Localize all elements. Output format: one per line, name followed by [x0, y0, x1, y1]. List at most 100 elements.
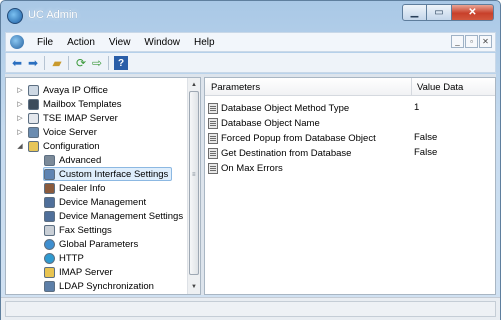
- expand-arrow-icon[interactable]: ▷: [16, 114, 24, 122]
- uc-admin-window: UC Admin ▁ ▭ ✕ File Action View Window H…: [0, 0, 501, 320]
- close-button[interactable]: ✕: [452, 4, 494, 21]
- menu-action[interactable]: Action: [60, 36, 102, 50]
- parameter-icon: [208, 102, 218, 114]
- device-icon: [44, 196, 55, 208]
- scroll-down-icon[interactable]: ▼: [188, 280, 200, 293]
- status-bar: [1, 297, 500, 320]
- toolbar-separator: [108, 56, 109, 70]
- tree-item-label: Global Parameters: [59, 238, 139, 250]
- imap-icon: [44, 266, 55, 278]
- maximize-icon: ▭: [434, 7, 444, 18]
- export-icon[interactable]: ⇨: [90, 56, 104, 70]
- tree-scrollbar[interactable]: ▲ ≡ ▼: [187, 78, 200, 294]
- tree-item-advanced[interactable]: Advanced: [44, 153, 101, 167]
- tree-item-label: Avaya IP Office: [43, 84, 108, 96]
- tree-item-label: HTTP: [59, 252, 84, 264]
- parameter-icon: [208, 132, 218, 144]
- column-header-value-data[interactable]: Value Data: [417, 82, 463, 93]
- column-header-parameters[interactable]: Parameters: [211, 82, 260, 93]
- document-icon: [28, 112, 39, 124]
- tree-item-label: Custom Interface Settings: [59, 168, 169, 180]
- voice-server-icon: [28, 126, 39, 138]
- parameter-name: Get Destination from Database: [221, 147, 352, 159]
- expand-arrow-icon[interactable]: ▷: [16, 86, 24, 94]
- configuration-icon: [28, 140, 39, 152]
- expand-arrow-icon[interactable]: ▷: [16, 128, 24, 136]
- device-settings-icon: [44, 210, 55, 222]
- tree-item-ldap-synchronization[interactable]: LDAP Synchronization: [44, 279, 154, 293]
- collapse-arrow-icon[interactable]: ◢: [16, 142, 24, 150]
- tree-item-voice-server[interactable]: ▷ Voice Server: [16, 125, 97, 139]
- title-bar[interactable]: UC Admin ▁ ▭ ✕: [1, 1, 500, 31]
- table-row[interactable]: Get Destination from Database: [208, 146, 351, 160]
- toolbar-separator: [68, 56, 69, 70]
- table-row[interactable]: Forced Popup from Database Object: [208, 131, 376, 145]
- tree-item-avaya-ip-office[interactable]: ▷ Avaya IP Office: [16, 83, 108, 97]
- tree-item-http[interactable]: HTTP: [44, 251, 84, 265]
- tree-item-custom-interface-settings[interactable]: Custom Interface Settings: [43, 167, 173, 181]
- tree-item-configuration[interactable]: ◢ Configuration: [16, 139, 100, 153]
- details-pane: Parameters Value Data Database Object Me…: [204, 77, 496, 295]
- parameter-value: False: [414, 132, 438, 143]
- parameter-name: Database Object Name: [221, 117, 320, 129]
- table-row[interactable]: Database Object Method Type: [208, 101, 349, 115]
- tree-item-device-management[interactable]: Device Management: [44, 195, 146, 209]
- table-row[interactable]: On Max Errors: [208, 161, 283, 175]
- back-icon[interactable]: ⬅: [10, 56, 24, 70]
- tree-item-global-parameters[interactable]: Global Parameters: [44, 237, 138, 251]
- parameter-name: On Max Errors: [221, 162, 283, 174]
- expand-arrow-icon[interactable]: ▷: [16, 100, 24, 108]
- mdi-restore-button[interactable]: ▫: [465, 35, 478, 48]
- column-separator[interactable]: [411, 78, 412, 96]
- parameter-value: 1: [414, 102, 420, 113]
- tree-pane: ▷ Avaya IP Office ▷ Mailbox Templates ▷ …: [5, 77, 201, 295]
- ldap-icon: [44, 280, 55, 292]
- refresh-icon[interactable]: ⟳: [74, 56, 88, 70]
- tree-item-device-management-settings[interactable]: Device Management Settings: [44, 209, 183, 223]
- tree-item-mailbox-templates[interactable]: ▷ Mailbox Templates: [16, 97, 122, 111]
- parameter-icon: [208, 162, 218, 174]
- console-tree: ▷ Avaya IP Office ▷ Mailbox Templates ▷ …: [6, 78, 188, 294]
- parameter-icon: [208, 117, 218, 129]
- tree-item-label: Device Management Settings: [59, 210, 184, 222]
- mdi-minimize-button[interactable]: _: [451, 35, 464, 48]
- mailbox-icon: [28, 98, 39, 110]
- mdi-close-button[interactable]: ✕: [479, 35, 492, 48]
- minimize-button[interactable]: ▁: [402, 4, 427, 21]
- globe-icon: [44, 238, 55, 250]
- tree-item-label: IMAP Server: [59, 266, 113, 278]
- forward-icon[interactable]: ➡: [26, 56, 40, 70]
- menu-view[interactable]: View: [102, 36, 138, 50]
- toolbar-separator: [44, 56, 45, 70]
- mmc-menu-icon[interactable]: [10, 35, 24, 49]
- tree-item-imap-server[interactable]: IMAP Server: [44, 265, 113, 279]
- parameter-value: False: [414, 147, 438, 158]
- tree-item-label: Voice Server: [43, 126, 97, 138]
- help-icon[interactable]: ?: [114, 56, 128, 70]
- folder-up-icon[interactable]: ▰: [50, 56, 64, 70]
- fax-icon: [44, 224, 55, 236]
- status-panel: [5, 301, 496, 317]
- menu-window[interactable]: Window: [137, 36, 187, 50]
- interface-settings-icon: [44, 168, 55, 180]
- tree-item-dealer-info[interactable]: Dealer Info: [44, 181, 105, 195]
- tree-item-label: Dealer Info: [59, 182, 106, 194]
- maximize-button[interactable]: ▭: [427, 4, 452, 21]
- list-header: Parameters Value Data: [205, 78, 495, 96]
- scroll-thumb[interactable]: ≡: [189, 91, 199, 275]
- tree-item-fax-settings[interactable]: Fax Settings: [44, 223, 112, 237]
- tree-item-label: Advanced: [59, 154, 102, 166]
- close-icon: ✕: [468, 7, 477, 18]
- toolbar: ⬅ ➡ ▰ ⟳ ⇨ ?: [5, 53, 496, 73]
- dealer-icon: [44, 182, 55, 194]
- grip-icon: ≡: [192, 172, 196, 178]
- tree-item-label: TSE IMAP Server: [43, 112, 118, 124]
- table-row[interactable]: Database Object Name: [208, 116, 320, 130]
- tree-item-tse-imap-server[interactable]: ▷ TSE IMAP Server: [16, 111, 118, 125]
- menu-help[interactable]: Help: [187, 36, 222, 50]
- tree-item-label: Device Management: [59, 196, 147, 208]
- scroll-up-icon[interactable]: ▲: [188, 78, 200, 91]
- window-controls: ▁ ▭ ✕: [402, 4, 494, 21]
- app-icon: [7, 8, 23, 24]
- menu-file[interactable]: File: [30, 36, 60, 50]
